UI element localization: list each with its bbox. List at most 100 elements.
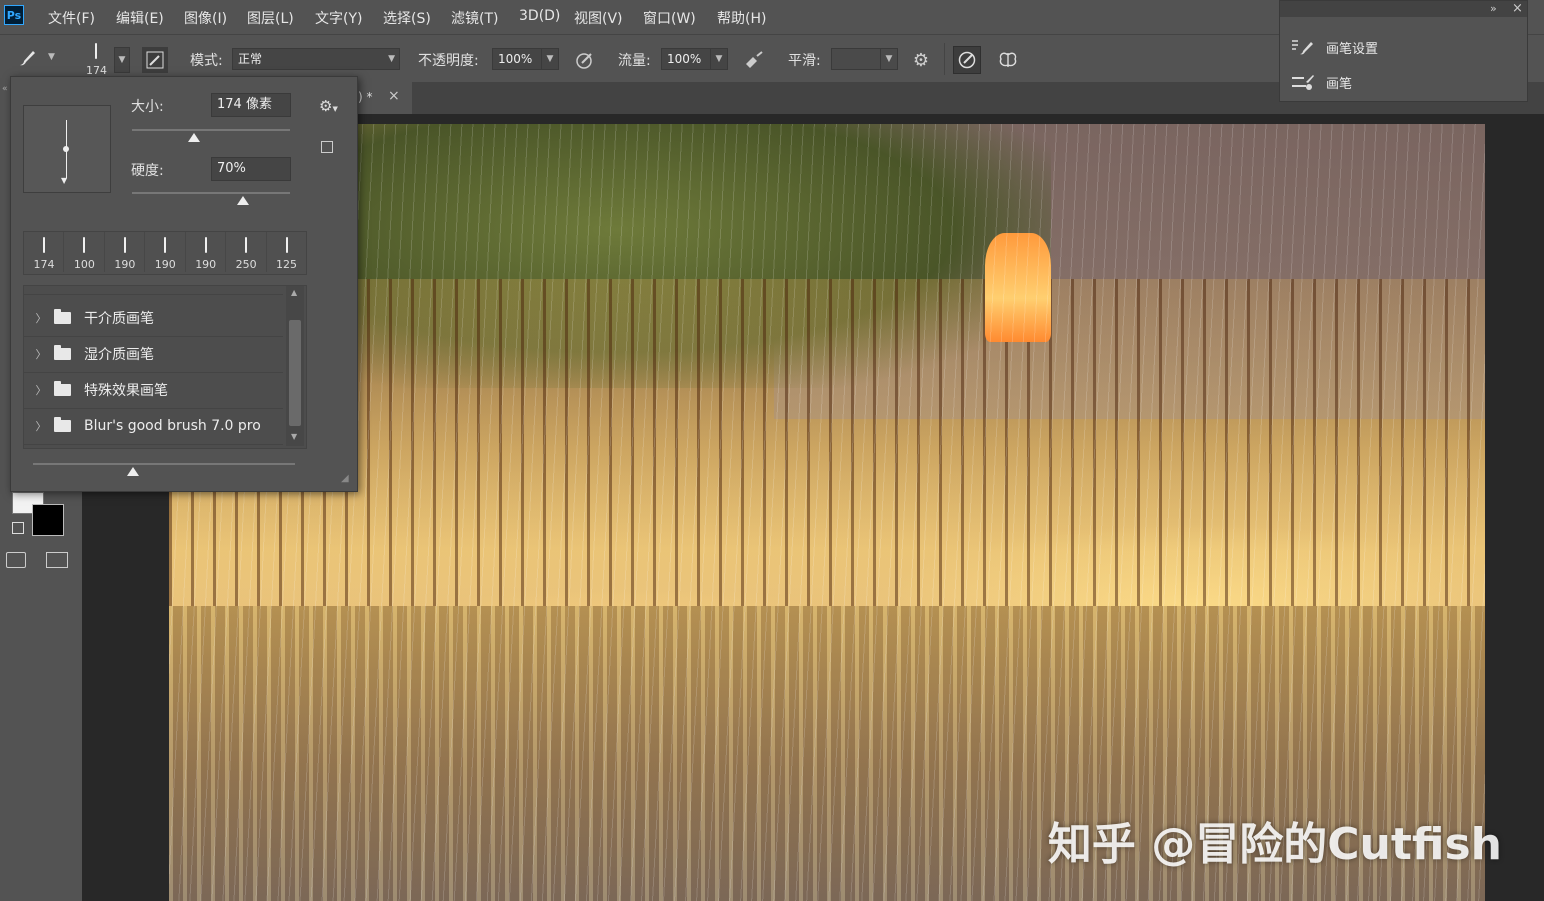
document-image[interactable]: [169, 124, 1485, 901]
airbrush-icon[interactable]: [741, 47, 767, 73]
list-item[interactable]: 〉 干介质画笔: [24, 300, 283, 337]
scrollbar[interactable]: ▲ ▼: [286, 286, 304, 446]
brush-preset-dropdown[interactable]: ▼: [114, 47, 130, 73]
quick-mask-icon[interactable]: [6, 552, 26, 568]
menu-window[interactable]: 窗口(W): [643, 8, 696, 28]
chevron-right-icon[interactable]: 〉: [32, 310, 50, 326]
brush-tip-shape-preview[interactable]: ▼: [23, 105, 111, 193]
divider: [944, 43, 945, 75]
opacity-label: 不透明度:: [418, 53, 479, 69]
hardness-slider-track[interactable]: [132, 192, 290, 194]
panel-header[interactable]: » ×: [1280, 1, 1527, 17]
size-slider-thumb[interactable]: [187, 133, 200, 142]
list-item[interactable]: 〉 湿介质画笔: [24, 336, 283, 373]
folder-icon: [54, 417, 71, 432]
collapse-icon[interactable]: »: [1490, 2, 1497, 15]
menu-image[interactable]: 图像(I): [184, 8, 227, 28]
menu-edit[interactable]: 编辑(E): [116, 8, 164, 28]
menu-select[interactable]: 选择(S): [383, 8, 431, 28]
close-icon[interactable]: ×: [388, 88, 400, 104]
chevron-right-icon[interactable]: 〉: [32, 382, 50, 398]
chevron-right-icon[interactable]: 〉: [32, 418, 50, 434]
photo-rain-effect: [169, 124, 1485, 901]
preset-brush[interactable]: 190: [186, 232, 227, 272]
menu-layer[interactable]: 图层(L): [247, 8, 294, 28]
folder-icon: [54, 309, 71, 324]
panel-brushes[interactable]: 画笔: [1290, 69, 1352, 95]
scroll-up-icon[interactable]: ▲: [291, 288, 297, 297]
menu-file[interactable]: 文件(F): [48, 8, 95, 28]
panel-brushes-label: 画笔: [1326, 76, 1353, 92]
document-tab-title: ) *: [358, 90, 373, 104]
mode-select[interactable]: 正常 ▼: [232, 48, 400, 70]
document-tab[interactable]: ) * ×: [358, 82, 412, 114]
watermark: 知乎 @冒险的Cutfish: [1047, 819, 1502, 870]
mode-label: 模式:: [190, 53, 223, 69]
close-icon[interactable]: ×: [1512, 1, 1523, 16]
menu-help[interactable]: 帮助(H): [717, 8, 766, 28]
menu-3d[interactable]: 3D(D): [519, 8, 560, 24]
background-color-swatch[interactable]: [32, 504, 64, 536]
folder-icon: [54, 345, 71, 360]
screen-mode-icon[interactable]: [46, 552, 68, 568]
menu-view[interactable]: 视图(V): [574, 8, 623, 28]
brush-tip-preview: [95, 43, 97, 59]
preset-brush[interactable]: 125: [267, 232, 306, 272]
menu-filter[interactable]: 滤镜(T): [451, 8, 498, 28]
hardness-label: 硬度:: [131, 163, 164, 179]
preset-brush[interactable]: 190: [105, 232, 146, 272]
brush-tool-preset-icon[interactable]: [14, 45, 40, 71]
size-label: 大小:: [131, 99, 164, 115]
panel-brush-settings-label: 画笔设置: [1326, 41, 1379, 57]
hardness-slider-thumb[interactable]: [236, 196, 249, 205]
recent-brushes-row: 174 100 190 190 190 250 125: [23, 231, 307, 275]
smoothing-input[interactable]: [831, 48, 881, 70]
brush-settings-icon: [1292, 40, 1313, 55]
preview-size-slider-track[interactable]: [33, 463, 295, 465]
size-slider-track[interactable]: [132, 129, 290, 131]
pressure-opacity-icon[interactable]: [572, 47, 598, 73]
brushes-icon: [1292, 75, 1314, 90]
pressure-size-icon[interactable]: [953, 46, 981, 74]
opacity-dropdown[interactable]: ▼: [541, 48, 559, 70]
brush-tip-dot: [63, 146, 69, 152]
opacity-input[interactable]: 100%: [492, 48, 542, 70]
folder-icon: [54, 381, 71, 396]
scrollbar-thumb[interactable]: [289, 320, 301, 426]
list-item-partial: [24, 286, 283, 295]
symmetry-icon[interactable]: [995, 47, 1021, 73]
size-input[interactable]: 174 像素: [211, 93, 291, 117]
preset-brush[interactable]: 100: [64, 232, 105, 272]
flow-dropdown[interactable]: ▼: [710, 48, 728, 70]
brush-settings-toggle-icon[interactable]: [142, 47, 168, 73]
gear-icon[interactable]: ⚙▼: [319, 97, 338, 115]
flow-input[interactable]: 100%: [661, 48, 711, 70]
brush-preset-picker[interactable]: 174: [80, 39, 110, 79]
scroll-down-icon[interactable]: ▼: [291, 432, 297, 441]
collapse-arrows-icon[interactable]: «: [2, 84, 8, 94]
new-preset-icon[interactable]: [321, 141, 333, 153]
flow-label: 流量:: [618, 53, 651, 69]
default-colors-icon[interactable]: [12, 522, 24, 534]
list-item[interactable]: 〉 特殊效果画笔: [24, 372, 283, 409]
preset-brush[interactable]: 174: [24, 232, 65, 272]
smoothing-label: 平滑:: [788, 53, 821, 69]
resize-grip-icon[interactable]: ◢: [341, 473, 349, 484]
menu-type[interactable]: 文字(Y): [315, 8, 362, 28]
hardness-input[interactable]: 70%: [211, 157, 291, 181]
preset-brush[interactable]: 250: [226, 232, 267, 272]
brush-preset-picker-panel: ▼ 大小: 174 像素 硬度: 70% ⚙▼ 174 100 190 190 …: [10, 76, 358, 492]
mode-value: 正常: [238, 52, 263, 66]
gear-icon[interactable]: ⚙: [908, 47, 934, 73]
list-item[interactable]: 〉 Blur's good brush 7.0 pro: [24, 408, 283, 445]
preview-size-slider-thumb[interactable]: [126, 467, 139, 476]
chevron-right-icon[interactable]: 〉: [32, 346, 50, 362]
panel-brush-settings[interactable]: 画笔设置: [1290, 34, 1378, 60]
chevron-down-icon: ▼: [388, 54, 395, 64]
preset-brush[interactable]: 190: [145, 232, 186, 272]
brush-folder-list: 〉 干介质画笔 〉 湿介质画笔 〉 特殊效果画笔 〉 Blur's good b…: [23, 285, 307, 449]
chevron-down-icon[interactable]: ▼: [48, 52, 55, 62]
photoshop-logo: Ps: [4, 5, 24, 25]
smoothing-dropdown[interactable]: ▼: [880, 48, 898, 70]
brush-tip-arrow-icon: ▼: [61, 176, 68, 185]
